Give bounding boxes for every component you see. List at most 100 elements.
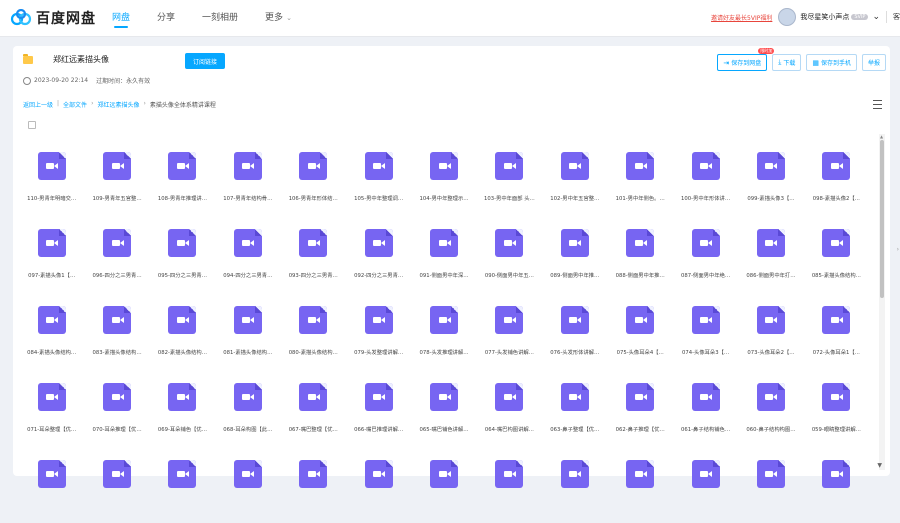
file-item[interactable] [215,446,280,523]
file-item[interactable] [281,446,346,523]
breadcrumb-folder[interactable]: 郑红远素描头像 [97,100,139,109]
avatar[interactable] [778,8,797,26]
file-item[interactable]: 101-男中年侧色。… [608,138,673,215]
breadcrumb-all[interactable]: 全部文件 [63,100,87,109]
file-item[interactable]: 090-侧面男中年五… [477,215,542,292]
scroll-up-icon[interactable]: ▲ [880,134,883,139]
file-item[interactable]: 064-嘴巴构图讲解… [477,369,542,446]
scroll-down-icon[interactable]: ▼ [877,462,882,469]
save-label: 保存到网盘 [731,60,762,67]
file-item[interactable]: 093-四分之三男青… [281,215,346,292]
file-item[interactable] [673,446,738,523]
file-item[interactable]: 099-素描头像3【… [738,138,803,215]
client-link[interactable]: 客 [893,12,900,22]
file-item[interactable]: 110-男青年明暗交… [19,138,84,215]
baidu-netdisk-logo[interactable]: 百度网盘 [10,8,96,28]
save-to-disk-button[interactable]: 限时加 ⇥ 保存到网盘 [717,48,775,71]
file-item[interactable]: 063-鼻子整理【优… [542,369,607,446]
file-item[interactable]: 100-男中年形体讲… [673,138,738,215]
camera-icon [176,394,189,400]
nav-share[interactable]: 分享 [157,10,175,23]
file-item[interactable]: 098-素描头像2【… [804,138,869,215]
file-item[interactable]: 066-嘴巴推理讲解… [346,369,411,446]
file-item[interactable]: 104-男中年整理示… [411,138,476,215]
file-item[interactable]: 108-男青年推理讲… [150,138,215,215]
file-item[interactable] [150,446,215,523]
file-item[interactable]: 061-鼻子结构铺色… [673,369,738,446]
list-view-icon[interactable] [873,100,882,109]
file-item[interactable]: 075-头像耳朵4【… [608,292,673,369]
camera-icon [765,240,778,246]
nav-netdisk[interactable]: 网盘 [112,10,130,28]
main-nav: 网盘 分享 一刻相册 更多 ⌄ [112,10,319,28]
breadcrumb-back[interactable]: 返回上一级 [23,100,53,109]
file-item[interactable] [346,446,411,523]
file-item[interactable] [608,446,673,523]
file-item[interactable]: 062-鼻子推理【优… [608,369,673,446]
file-item[interactable]: 094-四分之三男青… [215,215,280,292]
select-all-checkbox[interactable] [28,121,36,129]
file-item[interactable]: 085-素描头像结构… [804,215,869,292]
camera-icon [438,317,451,323]
subscribe-button[interactable]: 订阅链接 [185,53,225,69]
scrollbar[interactable]: ▲ [879,134,885,470]
file-item[interactable]: 081-素描头像结构… [215,292,280,369]
file-item[interactable]: 082-素描头像结构… [150,292,215,369]
camera-icon [569,317,582,323]
file-item[interactable]: 080-素描头像结构… [281,292,346,369]
file-item[interactable]: 078-头发推理讲解… [411,292,476,369]
file-item[interactable]: 097-素描头像1【… [19,215,84,292]
file-item[interactable] [738,446,803,523]
report-button[interactable]: 举报 [861,54,886,71]
file-item[interactable]: 083-素描头像结构… [84,292,149,369]
file-item[interactable] [84,446,149,523]
camera-icon [503,240,516,246]
file-item[interactable]: 087-侧面男中年绝… [673,215,738,292]
file-item[interactable]: 106-男青年形体结… [281,138,346,215]
file-item[interactable]: 072-头像耳朵1【… [804,292,869,369]
file-item[interactable]: 073-头像耳朵2【… [738,292,803,369]
file-item[interactable] [19,446,84,523]
file-item[interactable]: 065-嘴巴铺色讲解… [411,369,476,446]
file-item[interactable]: 076-头发形体讲解… [542,292,607,369]
side-collapse-icon[interactable]: › [897,246,899,253]
nav-album[interactable]: 一刻相册 [202,10,238,23]
account-dropdown-icon[interactable]: ⌄ [872,12,880,22]
file-item[interactable] [411,446,476,523]
file-item[interactable]: 086-侧面男中年打… [738,215,803,292]
file-item[interactable]: 088-侧面男中年推… [608,215,673,292]
nav-more[interactable]: 更多 ⌄ [265,10,292,23]
file-name: 076-头发形体讲解… [550,350,600,356]
file-item[interactable] [477,446,542,523]
file-item[interactable]: 107-男青年结构骨… [215,138,280,215]
file-item[interactable] [542,446,607,523]
file-item[interactable]: 091-侧面男中年深… [411,215,476,292]
promo-link[interactable]: 邀请好友最长5VIP福利 [711,13,772,22]
username[interactable]: 我尽星笑小声点 [800,12,849,22]
file-item[interactable]: 102-男中年五官整… [542,138,607,215]
file-item[interactable]: 096-四分之三男青… [84,215,149,292]
file-item[interactable]: 103-男中年面部 头… [477,138,542,215]
save-to-phone-button[interactable]: ▦ 保存到手机 [806,54,857,71]
file-item[interactable]: 069-耳朵铺色【优… [150,369,215,446]
file-item[interactable]: 070-耳朵推理【优… [84,369,149,446]
file-item[interactable]: 067-嘴巴整理【优… [281,369,346,446]
camera-icon [830,394,843,400]
file-item[interactable]: 060-鼻子结构构图… [738,369,803,446]
file-item[interactable]: 074-头像耳朵3【… [673,292,738,369]
file-item[interactable]: 095-四分之三男青… [150,215,215,292]
file-item[interactable]: 092-四分之三男青… [346,215,411,292]
download-button[interactable]: ⤓ 下载 [772,54,802,71]
file-item[interactable]: 059-眼睛整理讲解… [804,369,869,446]
file-item[interactable]: 105-男中年整理调… [346,138,411,215]
file-item[interactable] [804,446,869,523]
camera-icon [700,240,713,246]
file-item[interactable]: 109-男青年五官整… [84,138,149,215]
file-item[interactable]: 079-头发整理讲解… [346,292,411,369]
file-item[interactable]: 077-头发铺色讲解… [477,292,542,369]
scroll-thumb[interactable] [880,140,884,298]
file-item[interactable]: 068-耳朵构图【此… [215,369,280,446]
file-item[interactable]: 089-侧面男中年推… [542,215,607,292]
file-item[interactable]: 084-素描头像结构… [19,292,84,369]
file-item[interactable]: 071-耳朵整理【优… [19,369,84,446]
